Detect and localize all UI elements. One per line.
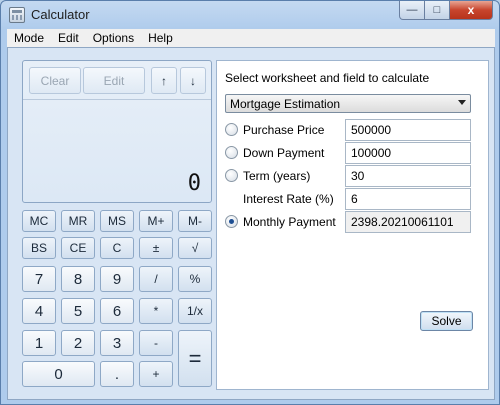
menu-edit[interactable]: Edit bbox=[51, 31, 86, 45]
key-0[interactable]: 0 bbox=[22, 361, 95, 387]
monthly-payment-radio[interactable] bbox=[225, 215, 238, 228]
solve-button[interactable]: Solve bbox=[420, 311, 473, 331]
key-8[interactable]: 8 bbox=[61, 266, 95, 292]
key-5[interactable]: 5 bbox=[61, 298, 95, 324]
down-payment-input[interactable]: 100000 bbox=[345, 142, 471, 164]
key-multiply[interactable]: * bbox=[139, 298, 173, 324]
down-payment-radio[interactable] bbox=[225, 146, 238, 159]
maximize-button[interactable]: □ bbox=[425, 1, 450, 20]
key-m-plus[interactable]: M+ bbox=[139, 210, 173, 232]
worksheet-heading: Select worksheet and field to calculate bbox=[225, 71, 430, 85]
worksheet-select-value: Mortgage Estimation bbox=[230, 97, 341, 111]
keypad: MC MR MS M+ M- BS CE C ± √ 7 8 9 / % 4 5 bbox=[22, 210, 212, 400]
key-9[interactable]: 9 bbox=[100, 266, 134, 292]
field-row-term: Term (years) 30 bbox=[225, 165, 485, 187]
down-payment-label: Down Payment bbox=[243, 146, 325, 160]
display-divider bbox=[23, 99, 211, 100]
key-backspace[interactable]: BS bbox=[22, 237, 56, 259]
menu-bar: Mode Edit Options Help bbox=[7, 29, 495, 47]
key-4[interactable]: 4 bbox=[22, 298, 56, 324]
menu-help[interactable]: Help bbox=[141, 31, 180, 45]
purchase-price-input[interactable]: 500000 bbox=[345, 119, 471, 141]
close-button[interactable]: x bbox=[450, 1, 493, 20]
key-clear[interactable]: C bbox=[100, 237, 134, 259]
key-divide[interactable]: / bbox=[139, 266, 173, 292]
field-row-purchase-price: Purchase Price 500000 bbox=[225, 119, 485, 141]
key-mr[interactable]: MR bbox=[61, 210, 95, 232]
key-reciprocal[interactable]: 1/x bbox=[178, 298, 212, 324]
purchase-price-label: Purchase Price bbox=[243, 123, 325, 137]
key-2[interactable]: 2 bbox=[61, 330, 95, 356]
calculator-display: Clear Edit ↑ ↓ 0 bbox=[22, 60, 212, 203]
key-ms[interactable]: MS bbox=[100, 210, 134, 232]
menu-mode[interactable]: Mode bbox=[7, 31, 51, 45]
field-row-monthly-payment: Monthly Payment 2398.20210061101 bbox=[225, 211, 485, 233]
monthly-payment-output: 2398.20210061101 bbox=[345, 211, 471, 233]
interest-rate-label: Interest Rate (%) bbox=[243, 192, 334, 206]
key-m-minus[interactable]: M- bbox=[178, 210, 212, 232]
field-row-down-payment: Down Payment 100000 bbox=[225, 142, 485, 164]
key-3[interactable]: 3 bbox=[100, 330, 134, 356]
key-clear-entry[interactable]: CE bbox=[61, 237, 95, 259]
worksheet-panel: Select worksheet and field to calculate … bbox=[216, 60, 489, 390]
term-radio[interactable] bbox=[225, 169, 238, 182]
key-square-root[interactable]: √ bbox=[178, 237, 212, 259]
monthly-payment-label: Monthly Payment bbox=[243, 215, 336, 229]
caption-buttons: — □ x bbox=[399, 1, 493, 20]
key-decimal[interactable]: . bbox=[100, 361, 134, 387]
field-row-interest-rate: Interest Rate (%) 6 bbox=[225, 188, 485, 210]
calculator-icon bbox=[9, 7, 25, 23]
key-equals[interactable]: = bbox=[178, 330, 212, 387]
chevron-down-icon bbox=[458, 100, 466, 105]
calculator-window: Calculator — □ x Mode Edit Options Help … bbox=[0, 0, 500, 405]
key-mc[interactable]: MC bbox=[22, 210, 56, 232]
key-add[interactable]: + bbox=[139, 361, 173, 387]
key-negate[interactable]: ± bbox=[139, 237, 173, 259]
key-1[interactable]: 1 bbox=[22, 330, 56, 356]
purchase-price-radio[interactable] bbox=[225, 123, 238, 136]
key-6[interactable]: 6 bbox=[100, 298, 134, 324]
title-bar[interactable]: Calculator — □ x bbox=[1, 1, 499, 29]
key-subtract[interactable]: - bbox=[139, 330, 173, 356]
client-area: Clear Edit ↑ ↓ 0 MC MR MS M+ M- BS CE C … bbox=[7, 47, 495, 400]
key-percent[interactable]: % bbox=[178, 266, 212, 292]
history-down-arrow-icon[interactable]: ↓ bbox=[180, 67, 206, 94]
interest-rate-input[interactable]: 6 bbox=[345, 188, 471, 210]
clear-history-button[interactable]: Clear bbox=[29, 67, 81, 94]
history-up-arrow-icon[interactable]: ↑ bbox=[151, 67, 177, 94]
key-7[interactable]: 7 bbox=[22, 266, 56, 292]
window-title: Calculator bbox=[31, 7, 90, 22]
minimize-button[interactable]: — bbox=[399, 1, 425, 20]
term-label: Term (years) bbox=[243, 169, 311, 183]
display-value: 0 bbox=[187, 171, 201, 196]
term-input[interactable]: 30 bbox=[345, 165, 471, 187]
worksheet-select[interactable]: Mortgage Estimation bbox=[225, 94, 471, 113]
edit-history-button[interactable]: Edit bbox=[83, 67, 145, 94]
menu-options[interactable]: Options bbox=[86, 31, 141, 45]
